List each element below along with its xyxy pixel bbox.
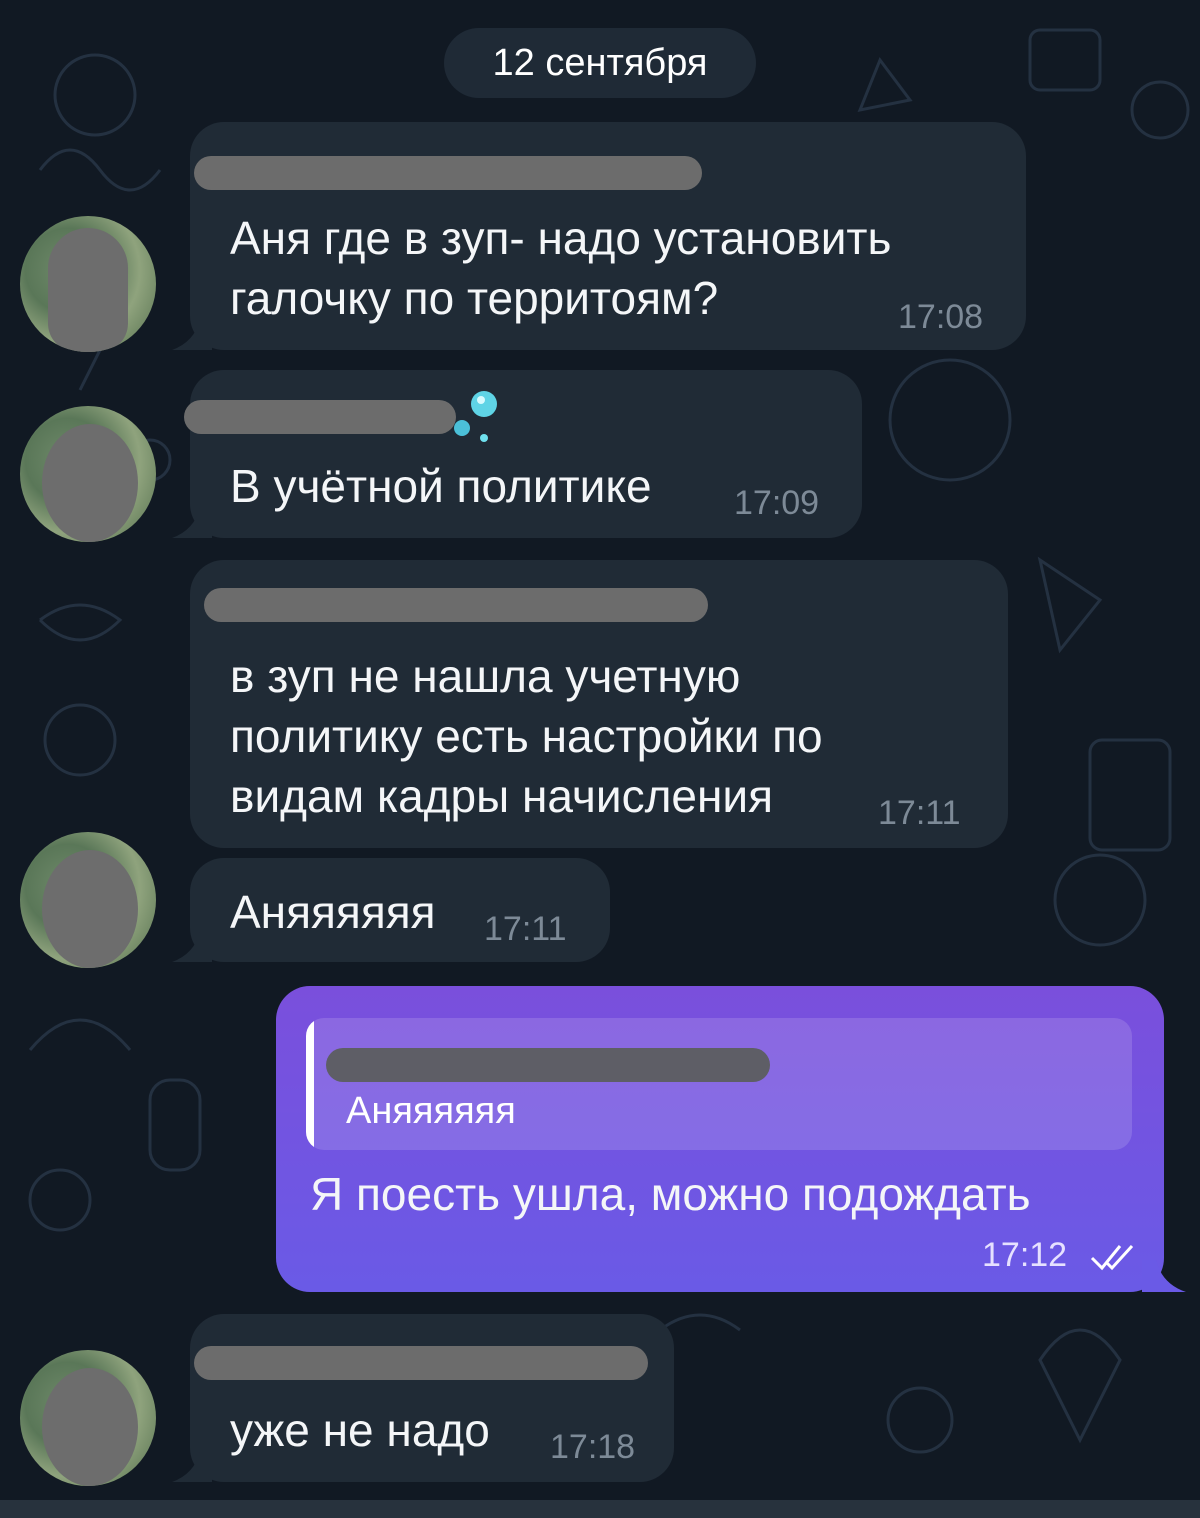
reply-accent-bar <box>306 1018 314 1150</box>
sender-name-redacted <box>194 1346 648 1380</box>
sender-name-redacted <box>184 400 456 434</box>
message-bubble[interactable]: Аняяяяяя 17:11 <box>172 858 610 962</box>
message-text: Я поесть ушла, можно подождать <box>310 1168 1031 1220</box>
sender-avatar[interactable] <box>20 216 156 352</box>
message-time: 17:18 <box>550 1428 636 1466</box>
sender-avatar[interactable] <box>20 406 156 542</box>
reply-sender-redacted <box>326 1048 770 1082</box>
message-bubble[interactable]: уже не надо 17:18 <box>172 1314 674 1482</box>
bubble-tail <box>172 932 212 962</box>
message-time: 17:09 <box>734 484 820 522</box>
bubble-tail <box>172 508 212 538</box>
message-text: уже не надо <box>230 1404 490 1456</box>
message-text: в зуп не нашла учетную политику есть нас… <box>230 650 823 822</box>
message-text: Аня где в зуп- надо установить галочку п… <box>230 212 892 324</box>
bubble-tail <box>1142 1260 1186 1292</box>
sender-name-redacted <box>204 588 708 622</box>
bubble-emoji-icon <box>454 391 497 442</box>
sender-name-redacted <box>194 156 702 190</box>
message-text: В учётной политике <box>230 460 652 512</box>
message-time: 17:12 <box>982 1236 1068 1274</box>
message-bubble[interactable]: в зуп не нашла учетную политику есть нас… <box>190 560 1008 848</box>
bubble-tail <box>172 1452 212 1482</box>
input-panel-edge <box>0 1500 1200 1518</box>
reply-text: Аняяяяяя <box>346 1090 516 1132</box>
reply-quote[interactable]: Аняяяяяя <box>306 1018 1132 1150</box>
message-time: 17:11 <box>878 794 961 832</box>
sender-avatar[interactable] <box>20 1350 156 1486</box>
outgoing-message-bubble[interactable]: Аняяяяяя Я поесть ушла, можно подождать … <box>276 986 1186 1292</box>
message-time: 17:08 <box>898 298 984 336</box>
sender-avatar[interactable] <box>20 832 156 968</box>
message-bubble[interactable]: В учётной политике 17:09 <box>172 370 862 538</box>
message-text: Аняяяяяя <box>230 886 436 938</box>
read-double-check-icon <box>1090 1244 1134 1271</box>
date-separator: 12 сентября <box>444 28 756 98</box>
bubble-tail <box>172 320 212 350</box>
message-time: 17:11 <box>484 910 567 948</box>
message-bubble[interactable]: Аня где в зуп- надо установить галочку п… <box>172 122 1026 350</box>
